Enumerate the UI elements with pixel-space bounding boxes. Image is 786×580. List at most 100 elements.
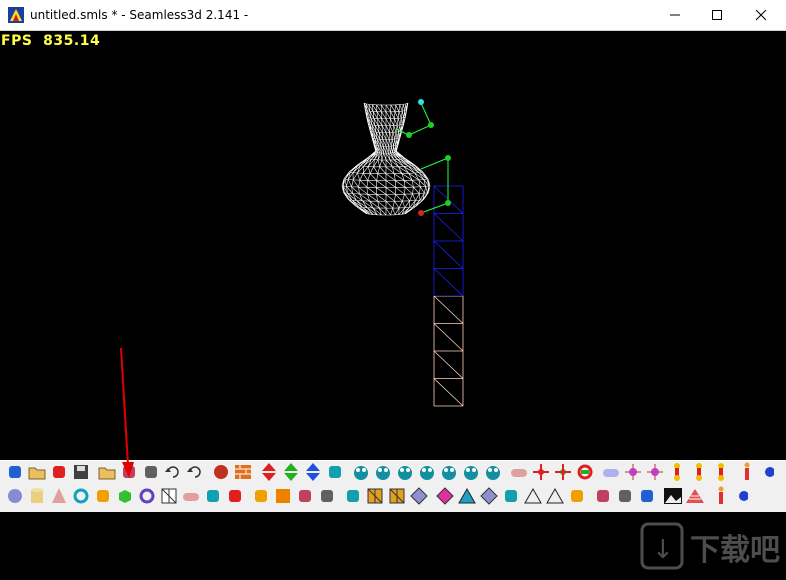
toolbar-row-2 <box>4 486 754 510</box>
undo-button[interactable] <box>162 463 184 485</box>
ring-button[interactable] <box>136 487 158 509</box>
save-button[interactable] <box>70 463 92 485</box>
face-button[interactable] <box>460 463 482 485</box>
brick-texture-button[interactable] <box>232 463 254 485</box>
diamond-button[interactable] <box>408 487 430 509</box>
tower-wire <box>433 296 464 407</box>
color-grid-button[interactable] <box>386 487 408 509</box>
status-area: ↓ 下载吧 <box>0 512 786 580</box>
ladder-button[interactable] <box>684 487 706 509</box>
tool-button[interactable] <box>592 487 614 509</box>
face-button[interactable] <box>438 463 460 485</box>
control-point[interactable] <box>418 99 424 105</box>
blue-arrow-up-down-button[interactable] <box>302 463 324 485</box>
search-button[interactable] <box>636 487 658 509</box>
yellow-bone-button[interactable] <box>710 463 732 485</box>
triangle-icon <box>457 487 477 509</box>
minimize-button[interactable] <box>654 0 696 30</box>
green-arrow-up-down-button[interactable] <box>280 463 302 485</box>
close-icon <box>755 9 767 21</box>
yellow-bone-button[interactable] <box>666 463 688 485</box>
target-button[interactable] <box>622 463 644 485</box>
pattern-button[interactable] <box>294 487 316 509</box>
web-open-button[interactable] <box>48 463 70 485</box>
ruler-button[interactable] <box>566 487 588 509</box>
yellow-bone-button[interactable] <box>688 463 710 485</box>
control-point[interactable] <box>418 210 424 216</box>
face-button[interactable] <box>394 463 416 485</box>
blue-shape-icon <box>204 487 222 509</box>
blue-dot-button[interactable] <box>758 463 780 485</box>
face-button[interactable] <box>372 463 394 485</box>
face-button[interactable] <box>482 463 504 485</box>
box-icon <box>116 487 134 509</box>
zoom-plus-button[interactable] <box>324 463 346 485</box>
cylinder-button[interactable] <box>26 487 48 509</box>
image-button[interactable] <box>662 487 684 509</box>
red-joint-button[interactable] <box>530 463 552 485</box>
color-sphere-button[interactable] <box>210 463 232 485</box>
red-arrow-up-down-button[interactable] <box>258 463 280 485</box>
triangle-outline-icon <box>523 487 543 509</box>
import-button[interactable] <box>96 463 118 485</box>
grid-button[interactable] <box>158 487 180 509</box>
cross-button[interactable] <box>500 487 522 509</box>
control-point[interactable] <box>445 155 451 161</box>
puzzle-button[interactable] <box>316 487 338 509</box>
color-grid-icon <box>366 487 384 509</box>
capsule-icon <box>509 465 529 484</box>
cone-icon <box>50 487 68 509</box>
3d-viewport[interactable]: FPS 835.14 <box>1 31 785 460</box>
redo-button[interactable] <box>184 463 206 485</box>
gem-button[interactable] <box>434 487 456 509</box>
gem-icon <box>436 487 454 509</box>
triangle-outline-button[interactable] <box>522 487 544 509</box>
new-scene-button[interactable] <box>4 463 26 485</box>
control-point[interactable] <box>445 200 451 206</box>
skeleton-button[interactable] <box>710 486 732 509</box>
face-icon <box>418 463 436 485</box>
control-point[interactable] <box>428 122 434 128</box>
capsule-button[interactable] <box>508 463 530 485</box>
brush-button[interactable] <box>224 487 246 509</box>
face-button[interactable] <box>416 463 438 485</box>
triangle-outline-button[interactable] <box>544 487 566 509</box>
green-joint-icon <box>553 463 573 485</box>
pattern-icon <box>296 487 314 509</box>
torus-button[interactable] <box>70 487 92 509</box>
copy-button[interactable] <box>140 463 162 485</box>
green-blob-button[interactable] <box>250 487 272 509</box>
sphere-button[interactable] <box>4 487 26 509</box>
diamond-button[interactable] <box>478 487 500 509</box>
orange-square-icon <box>274 487 292 509</box>
red-arrow-up-down-icon <box>260 462 278 486</box>
pill-button[interactable] <box>600 463 622 485</box>
skeleton-button[interactable] <box>736 462 758 485</box>
maximize-button[interactable] <box>696 0 738 30</box>
torus-icon <box>72 487 90 509</box>
control-point[interactable] <box>406 132 412 138</box>
rotate-button[interactable] <box>574 463 596 485</box>
face-button[interactable] <box>350 463 372 485</box>
ruler-icon <box>568 487 586 509</box>
rotate-icon <box>576 463 594 485</box>
green-joint-button[interactable] <box>552 463 574 485</box>
gear-button[interactable] <box>92 487 114 509</box>
magnet-icon <box>616 487 634 509</box>
box-button[interactable] <box>114 487 136 509</box>
magnet-button[interactable] <box>614 487 636 509</box>
face-icon <box>374 463 392 485</box>
tree-button[interactable] <box>118 463 140 485</box>
close-button[interactable] <box>740 0 782 30</box>
target-button[interactable] <box>644 463 666 485</box>
puppet-button[interactable] <box>342 487 364 509</box>
triangle-button[interactable] <box>456 487 478 509</box>
orange-square-button[interactable] <box>272 487 294 509</box>
watermark-text: 下载吧 <box>690 533 780 568</box>
cone-button[interactable] <box>48 487 70 509</box>
blue-dot-button[interactable] <box>732 487 754 509</box>
capsule-button[interactable] <box>180 487 202 509</box>
blue-shape-button[interactable] <box>202 487 224 509</box>
open-folder-button[interactable] <box>26 463 48 485</box>
color-grid-button[interactable] <box>364 487 386 509</box>
